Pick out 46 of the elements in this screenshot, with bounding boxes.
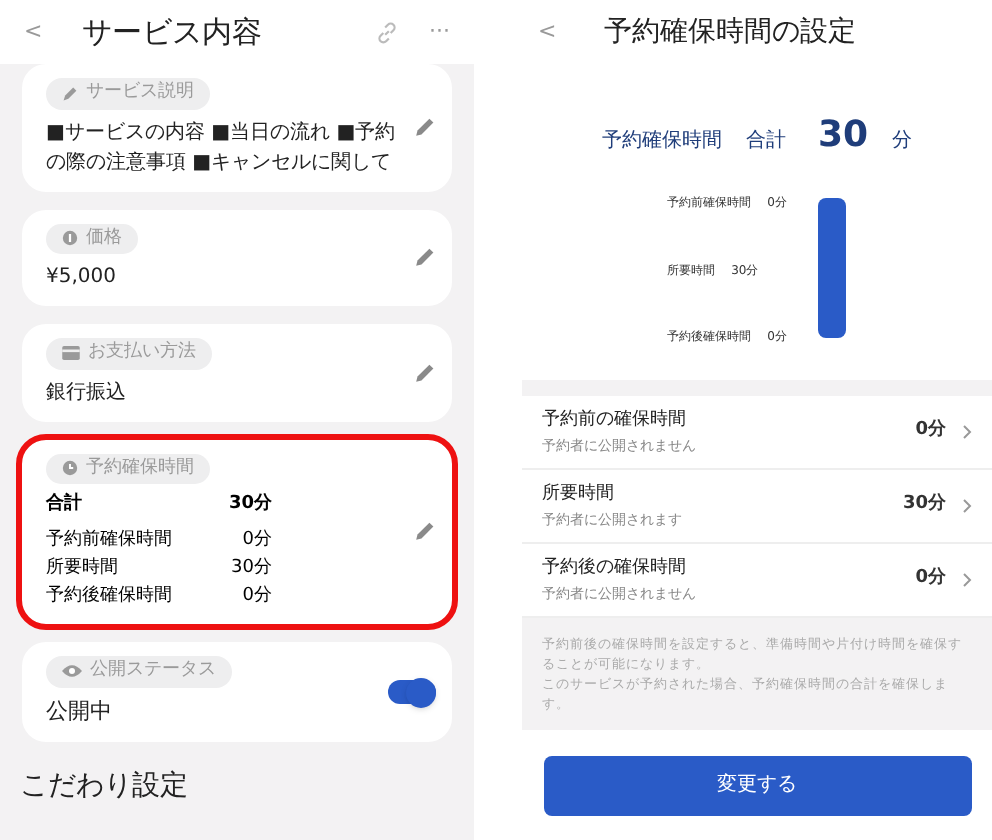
- time-label: 予約前確保時間: [46, 528, 174, 554]
- card-label: お支払い方法: [88, 340, 196, 366]
- summary-total-label: 合計: [745, 127, 786, 156]
- chevron-icon: [962, 424, 972, 440]
- row-value: 0分: [915, 418, 946, 445]
- clock-icon: [62, 460, 78, 477]
- row-title: 所要時間: [542, 482, 616, 508]
- card-value: 銀行振込: [46, 379, 128, 407]
- row-title: 予約前の確保時間: [542, 408, 688, 434]
- summary-label: 予約確保時間: [601, 127, 722, 156]
- card-icon: [62, 346, 80, 361]
- submit-button[interactable]: 変更する: [543, 755, 971, 815]
- card-label: 予約確保時間: [86, 455, 194, 481]
- edit-icon[interactable]: [414, 116, 436, 139]
- card-label: サービス説明: [86, 80, 194, 106]
- publish-toggle[interactable]: [388, 680, 436, 704]
- coin-icon: [62, 230, 78, 247]
- time-label: 所要時間: [46, 556, 120, 582]
- time-value: 30分: [229, 556, 272, 582]
- time-value: 0分: [240, 584, 272, 610]
- row-value: 0分: [915, 566, 946, 593]
- link-icon[interactable]: [375, 21, 397, 43]
- edit-icon[interactable]: [414, 361, 436, 384]
- summary-unit: 分: [892, 128, 913, 156]
- chevron-icon: [962, 498, 972, 514]
- card-value: ¥5,000: [46, 264, 118, 292]
- card-label: 公開ステータス: [90, 658, 216, 684]
- time-bar: [818, 198, 847, 338]
- row-title: 予約後の確保時間: [542, 556, 688, 582]
- time-label: 合計: [46, 492, 84, 518]
- pencil-icon: [62, 85, 78, 102]
- edit-icon[interactable]: [414, 246, 436, 269]
- eye-icon: [62, 664, 82, 679]
- page-title: サービス内容: [82, 11, 265, 54]
- chevron-icon: [962, 572, 972, 588]
- summary-total: 30: [817, 112, 869, 160]
- time-value: 0分: [240, 528, 272, 554]
- card-value: 公開中: [46, 695, 114, 727]
- card-label: 価格: [86, 225, 122, 251]
- time-value: 30分: [226, 492, 272, 518]
- time-label: 予約後確保時間: [46, 584, 174, 610]
- edit-icon[interactable]: [414, 520, 436, 543]
- section-heading: こだわり設定: [18, 768, 190, 806]
- card-value: ■サービスの内容 ■当日の流れ ■予約の際の注意事項 ■キャンセルに関して: [46, 119, 398, 177]
- row-value: 30分: [902, 492, 946, 519]
- page-title: 予約確保時間の設定: [604, 13, 857, 51]
